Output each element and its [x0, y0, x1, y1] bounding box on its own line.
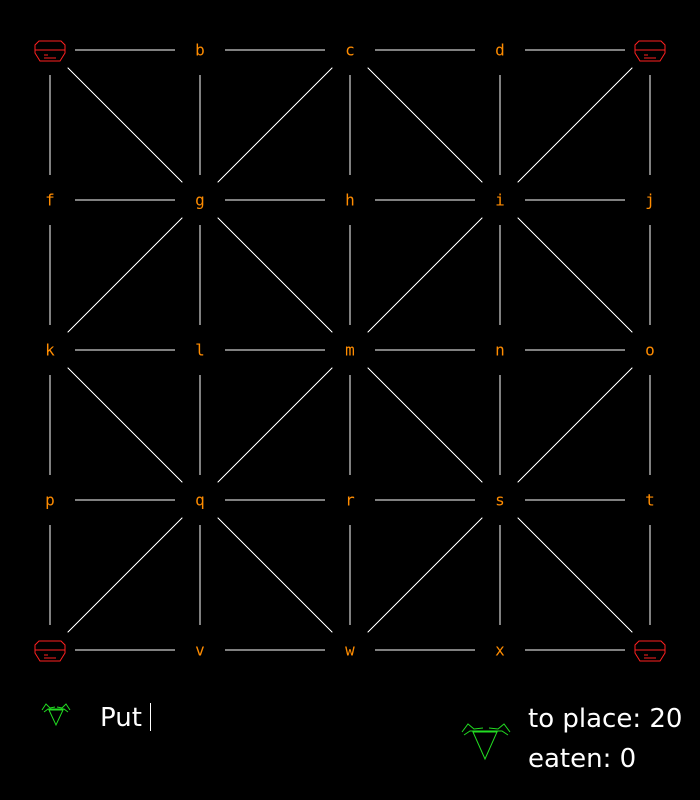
- board-point-k[interactable]: k: [45, 341, 55, 360]
- reserve-goat-icon: [458, 718, 514, 766]
- board-point-l[interactable]: l: [195, 341, 205, 360]
- board-line-diagonal: [367, 367, 483, 483]
- board-point-c[interactable]: c: [345, 41, 355, 60]
- board-line-diagonal: [517, 367, 633, 483]
- board-point-i[interactable]: i: [495, 191, 505, 210]
- board-point-h[interactable]: h: [345, 191, 355, 210]
- board-line-diagonal: [367, 517, 483, 633]
- board-line-diagonal: [367, 67, 483, 183]
- board-line-diagonal: [67, 517, 183, 633]
- board-line-diagonal: [517, 217, 633, 333]
- tiger-icon[interactable]: [634, 40, 666, 62]
- goats-eaten: eaten: 0: [528, 744, 637, 774]
- board-line-diagonal: [517, 517, 633, 633]
- board-point-b[interactable]: b: [195, 41, 205, 60]
- board-line-diagonal: [67, 217, 183, 333]
- board-line-diagonal: [367, 217, 483, 333]
- board-point-p[interactable]: p: [45, 491, 55, 510]
- board-point-x[interactable]: x: [495, 641, 505, 660]
- board-point-r[interactable]: r: [345, 491, 355, 510]
- turn-goat-icon: [38, 700, 74, 732]
- board-point-s[interactable]: s: [495, 491, 505, 510]
- status-prompt: Put: [100, 700, 151, 736]
- board-line-diagonal: [67, 67, 183, 183]
- tiger-icon[interactable]: [34, 640, 66, 662]
- board-point-j[interactable]: j: [645, 191, 655, 210]
- board-line-diagonal: [67, 367, 183, 483]
- board-line-diagonal: [217, 217, 333, 333]
- board-line-diagonal: [517, 67, 633, 183]
- tiger-icon[interactable]: [34, 40, 66, 62]
- game-board: b c d f g h i j k l m n o p q r s t v w x: [34, 40, 666, 662]
- board-point-o[interactable]: o: [645, 341, 655, 360]
- board-point-q[interactable]: q: [195, 491, 205, 510]
- board-point-m[interactable]: m: [345, 341, 355, 360]
- board-line-diagonal: [217, 367, 333, 483]
- board-point-f[interactable]: f: [45, 191, 55, 210]
- board-point-v[interactable]: v: [195, 641, 205, 660]
- board-point-w[interactable]: w: [345, 641, 355, 660]
- board-line-diagonal: [217, 517, 333, 633]
- text-cursor: [149, 703, 151, 731]
- goats-to-place: to place: 20: [528, 704, 683, 734]
- tiger-icon[interactable]: [634, 640, 666, 662]
- board-point-n[interactable]: n: [495, 341, 505, 360]
- status-prompt-label: Put: [100, 703, 142, 733]
- board-point-t[interactable]: t: [645, 491, 655, 510]
- board-point-g[interactable]: g: [195, 191, 205, 210]
- board-point-d[interactable]: d: [495, 41, 505, 60]
- board-line-diagonal: [217, 67, 333, 183]
